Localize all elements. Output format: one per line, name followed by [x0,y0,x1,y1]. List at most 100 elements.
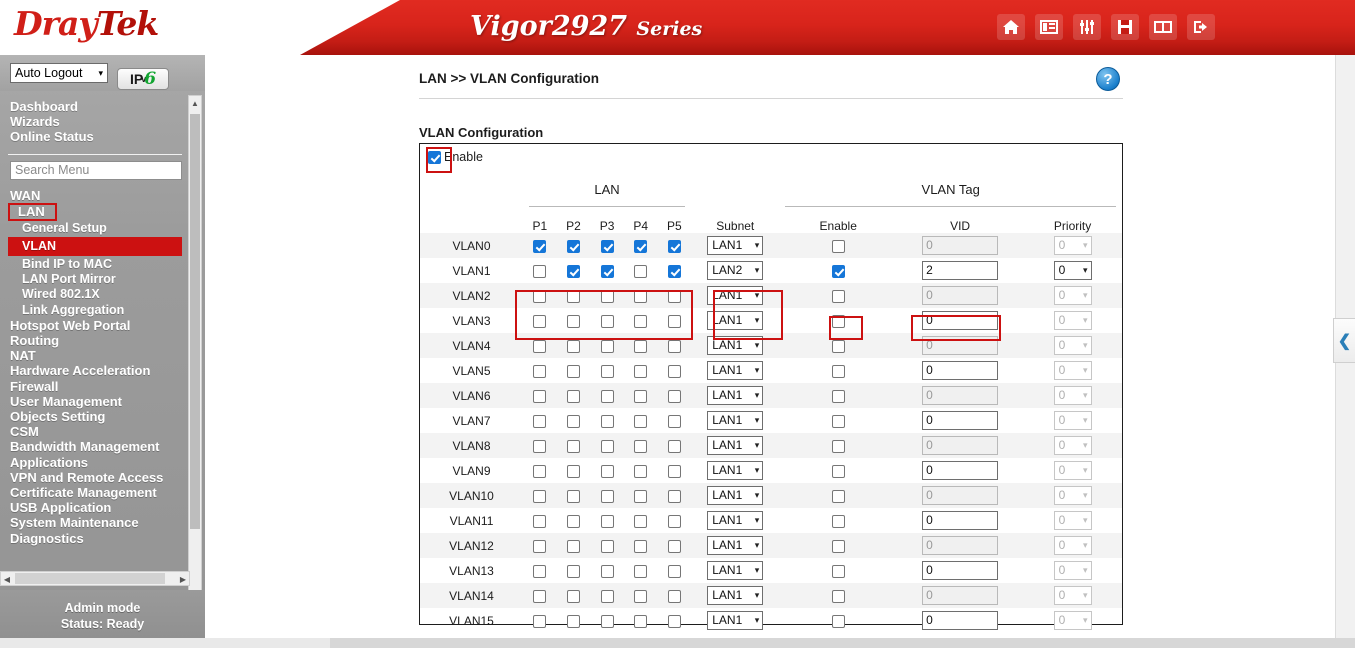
sidebar-item-wired-802-1x[interactable]: Wired 802.1X [0,287,190,302]
ipv6-badge[interactable]: IP v 6 [117,68,169,90]
vlan-tag-enable-checkbox[interactable] [831,539,845,553]
subnet-select[interactable]: LAN1 [707,336,764,355]
sidebar-item-applications[interactable]: Applications [0,455,190,470]
vid-input[interactable]: 2 [922,261,999,280]
vid-input[interactable]: 0 [922,611,999,630]
port-checkbox-p3[interactable] [600,239,614,253]
port-checkbox-p3[interactable] [600,339,614,353]
logout-icon[interactable] [1187,14,1215,40]
port-checkbox-p3[interactable] [600,264,614,278]
vid-input[interactable]: 0 [922,386,999,405]
port-checkbox-p1[interactable] [533,489,547,503]
sidebar-item-diagnostics[interactable]: Diagnostics [0,531,190,546]
port-checkbox-p1[interactable] [533,239,547,253]
sidebar-item-hotspot-web-portal[interactable]: Hotspot Web Portal [0,318,190,333]
port-checkbox-p3[interactable] [600,514,614,528]
priority-select[interactable]: 0 [1053,311,1092,330]
subnet-select[interactable]: LAN1 [707,586,764,605]
port-checkbox-p2[interactable] [566,339,580,353]
vlan-tag-enable-checkbox[interactable] [831,589,845,603]
vid-input[interactable]: 0 [922,561,999,580]
port-checkbox-p5[interactable] [667,314,681,328]
port-checkbox-p5[interactable] [667,289,681,303]
sidebar-item-wan[interactable]: WAN [0,188,190,203]
port-checkbox-p1[interactable] [533,564,547,578]
sidebar-item-csm[interactable]: CSM [0,424,190,439]
port-checkbox-p1[interactable] [533,289,547,303]
book-icon[interactable] [1149,14,1177,40]
port-checkbox-p2[interactable] [566,539,580,553]
port-checkbox-p5[interactable] [667,339,681,353]
priority-select[interactable]: 0 [1053,361,1092,380]
vlan-tag-enable-checkbox[interactable] [831,264,845,278]
port-checkbox-p5[interactable] [667,264,681,278]
port-checkbox-p2[interactable] [566,489,580,503]
port-checkbox-p1[interactable] [533,464,547,478]
sidebar-item-wizards[interactable]: Wizards [10,114,190,129]
scroll-up-icon[interactable]: ▲ [189,96,201,110]
port-checkbox-p2[interactable] [566,514,580,528]
port-checkbox-p2[interactable] [566,589,580,603]
port-checkbox-p2[interactable] [566,564,580,578]
sidebar-item-system-maintenance[interactable]: System Maintenance [0,515,190,530]
port-checkbox-p4[interactable] [634,564,648,578]
priority-select[interactable]: 0 [1053,611,1092,630]
port-checkbox-p5[interactable] [667,389,681,403]
port-checkbox-p3[interactable] [600,539,614,553]
priority-select[interactable]: 0 [1053,436,1092,455]
help-icon[interactable]: ? [1096,67,1120,91]
port-checkbox-p1[interactable] [533,614,547,628]
sidebar-item-online-status[interactable]: Online Status [10,129,190,144]
vlan-tag-enable-checkbox[interactable] [831,564,845,578]
port-checkbox-p4[interactable] [634,489,648,503]
vlan-tag-enable-checkbox[interactable] [831,389,845,403]
vlan-tag-enable-checkbox[interactable] [831,614,845,628]
vid-input[interactable]: 0 [922,486,999,505]
port-checkbox-p4[interactable] [634,264,648,278]
sidebar-item-objects-setting[interactable]: Objects Setting [0,409,190,424]
vid-input[interactable]: 0 [922,236,999,255]
priority-select[interactable]: 0 [1053,461,1092,480]
port-checkbox-p2[interactable] [566,614,580,628]
port-checkbox-p5[interactable] [667,414,681,428]
search-input[interactable]: Search Menu [10,160,182,180]
port-checkbox-p1[interactable] [533,414,547,428]
port-checkbox-p5[interactable] [667,564,681,578]
priority-select[interactable]: 0 [1053,236,1092,255]
sidebar-item-bandwidth-management[interactable]: Bandwidth Management [0,439,190,454]
vid-input[interactable]: 0 [922,311,999,330]
sliders-icon[interactable] [1073,14,1101,40]
sidebar-hscroll-thumb[interactable] [15,573,165,584]
port-checkbox-p3[interactable] [600,289,614,303]
port-checkbox-p3[interactable] [600,439,614,453]
port-checkbox-p4[interactable] [634,589,648,603]
sidebar-item-hardware-acceleration[interactable]: Hardware Acceleration [0,363,190,378]
vlan-tag-enable-checkbox[interactable] [831,464,845,478]
port-checkbox-p1[interactable] [533,539,547,553]
port-checkbox-p4[interactable] [634,239,648,253]
port-checkbox-p2[interactable] [566,439,580,453]
port-checkbox-p5[interactable] [667,364,681,378]
port-checkbox-p3[interactable] [600,489,614,503]
sidebar-item-lan-port-mirror[interactable]: LAN Port Mirror [0,272,190,287]
subnet-select[interactable]: LAN1 [707,561,764,580]
port-checkbox-p4[interactable] [634,614,648,628]
sidebar-item-bind-ip-to-mac[interactable]: Bind IP to MAC [0,257,190,272]
port-checkbox-p3[interactable] [600,314,614,328]
vid-input[interactable]: 0 [922,411,999,430]
vlan-tag-enable-checkbox[interactable] [831,339,845,353]
port-checkbox-p3[interactable] [600,364,614,378]
port-checkbox-p1[interactable] [533,389,547,403]
port-checkbox-p2[interactable] [566,414,580,428]
port-checkbox-p1[interactable] [533,439,547,453]
sidebar-item-general-setup[interactable]: General Setup [0,221,190,236]
priority-select[interactable]: 0 [1053,486,1092,505]
port-checkbox-p1[interactable] [533,314,547,328]
sidebar-item-certificate-management[interactable]: Certificate Management [0,485,190,500]
port-checkbox-p1[interactable] [533,264,547,278]
vlan-tag-enable-checkbox[interactable] [831,439,845,453]
scroll-left-icon[interactable]: ◀ [1,572,13,586]
port-checkbox-p4[interactable] [634,389,648,403]
subnet-select[interactable]: LAN1 [707,236,764,255]
port-checkbox-p4[interactable] [634,539,648,553]
